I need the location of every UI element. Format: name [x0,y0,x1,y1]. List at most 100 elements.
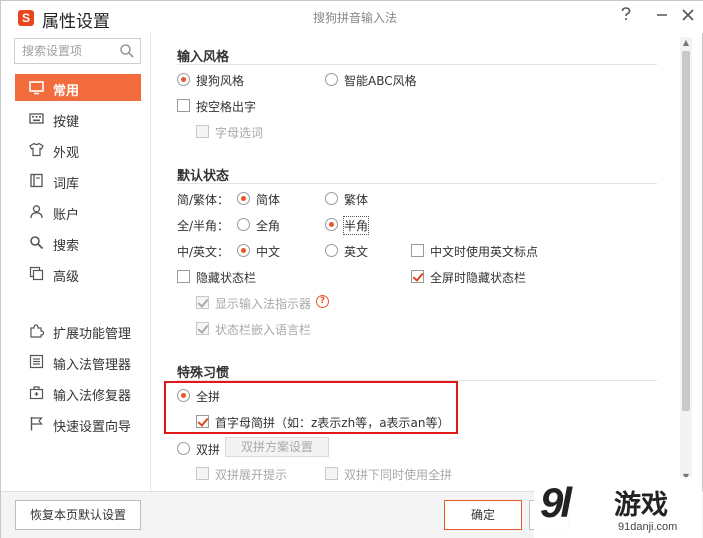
minimize-button[interactable] [651,5,673,27]
sidebar-item-extensions[interactable]: 扩展功能管理 [15,317,141,344]
checkbox-indicator[interactable] [325,467,338,480]
search-input[interactable] [22,43,120,59]
radio-label: 英文 [344,245,369,259]
checkbox-label: 按空格出字 [196,100,257,114]
checkbox-label: 双拼展开提示 [215,468,288,482]
checkbox-indicator[interactable] [177,270,190,283]
sidebar: 常用 按键 外观 词库 账户 搜索 高级 扩展功能管理 [1,33,151,491]
sidebar-item-advanced[interactable]: 高级 [15,260,141,287]
lang-label: 中/英文： [177,245,230,259]
radio-label: 搜狗风格 [196,74,245,88]
radio-label: 双拼 [196,443,221,457]
radio-label: 简体 [256,193,281,207]
sidebar-item-label: 高级 [53,270,80,285]
checkbox-indicator[interactable] [196,125,209,138]
checkbox-indicator[interactable] [196,322,209,335]
sidebar-item-label: 词库 [53,177,80,192]
radio-label: 全角 [256,219,281,233]
close-button[interactable] [677,5,699,27]
list-icon [29,354,44,369]
radio-indicator[interactable] [177,442,190,455]
sidebar-item-keys[interactable]: 按键 [15,105,141,132]
sogou-logo-icon: S [18,10,34,26]
sidebar-item-appearance[interactable]: 外观 [15,136,141,163]
watermark-url: 91danji.com [618,521,678,533]
checkbox-label: 首字母简拼（如：z表示zh等，a表示an等） [215,416,450,430]
radio-indicator[interactable] [325,192,338,205]
search-icon [30,236,44,250]
section-divider [177,183,657,184]
sidebar-item-ime-manager[interactable]: 输入法管理器 [15,348,141,375]
sidebar-item-common[interactable]: 常用 [15,74,141,101]
checkbox-indicator[interactable] [196,296,209,309]
monitor-icon [29,81,44,95]
checkbox-label: 隐藏状态栏 [196,271,257,285]
keyboard-icon [29,113,44,124]
shirt-icon [29,142,44,157]
search-icon[interactable] [119,43,135,59]
radio-indicator[interactable] [177,389,190,402]
sidebar-item-label: 外观 [53,146,80,161]
sidebar-item-label: 快速设置向导 [53,420,132,435]
radio-indicator[interactable] [325,73,338,86]
help-question-icon[interactable]: ? [316,295,329,308]
radio-label: 半角 [342,216,370,235]
watermark-text: 游戏 [614,490,668,521]
radio-label: 中文 [256,245,281,259]
search-box[interactable] [14,38,141,64]
toolbox-icon [29,386,44,400]
sidebar-item-label: 搜索 [53,239,80,254]
settings-window: S 属性设置 搜狗拼音输入法 常用 按键 外观 [0,0,703,538]
section-divider [177,64,657,65]
restore-defaults-button[interactable]: 恢复本页默认设置 [15,500,141,530]
checkbox-indicator[interactable] [411,244,424,257]
minimize-icon [657,14,667,16]
sidebar-item-dictionary[interactable]: 词库 [15,167,141,194]
checkbox-indicator[interactable] [196,415,209,428]
layers-icon [29,266,44,281]
checkbox-label: 显示输入法指示器 [215,297,312,311]
checkbox-indicator[interactable] [177,99,190,112]
scroll-up-arrow-icon[interactable]: ▲ [680,37,692,49]
width-label: 全/半角： [177,219,230,233]
simp-trad-label: 简/繁体： [177,193,230,207]
window-title: 搜狗拼音输入法 [313,11,398,25]
radio-indicator[interactable] [237,192,250,205]
radio-indicator[interactable] [177,73,190,86]
checkbox-indicator[interactable] [196,467,209,480]
help-button[interactable] [615,5,637,27]
sidebar-item-setup-wizard[interactable]: 快速设置向导 [15,410,141,437]
checkbox-label: 字母选词 [215,126,264,140]
title-bar: S 属性设置 搜狗拼音输入法 [1,1,703,33]
user-icon [30,205,43,219]
checkbox-label: 全屏时隐藏状态栏 [430,271,527,285]
radio-label: 繁体 [344,193,369,207]
section-title-default-state: 默认状态 [177,169,230,184]
site-watermark: 9l 游戏 91danji.com [534,477,702,538]
double-pinyin-scheme-button[interactable]: 双拼方案设置 [225,437,329,457]
sidebar-item-ime-repair[interactable]: 输入法修复器 [15,379,141,406]
checkbox-label: 中文时使用英文标点 [430,245,539,259]
sidebar-item-account[interactable]: 账户 [15,198,141,225]
ok-button[interactable]: 确定 [444,500,522,530]
radio-indicator[interactable] [325,244,338,257]
radio-indicator[interactable] [325,218,338,231]
radio-indicator[interactable] [237,244,250,257]
scroll-thumb[interactable] [682,51,690,411]
section-title-input-style: 输入风格 [177,50,230,65]
sidebar-item-label: 输入法修复器 [53,389,132,404]
puzzle-icon [30,324,44,338]
book-icon [30,173,43,188]
sidebar-item-search[interactable]: 搜索 [15,229,141,256]
watermark-logo: 9l [540,479,572,526]
checkbox-label: 双拼下同时使用全拼 [344,468,453,482]
sidebar-item-label: 账户 [53,208,80,223]
content-scrollbar[interactable]: ▲ ▼ [680,37,692,483]
radio-indicator[interactable] [237,218,250,231]
sidebar-item-label: 输入法管理器 [53,358,132,373]
flag-icon [30,417,43,431]
sidebar-item-label: 扩展功能管理 [53,327,132,342]
checkbox-indicator[interactable] [411,270,424,283]
close-icon [682,9,694,21]
radio-label: 智能ABC风格 [344,74,417,88]
